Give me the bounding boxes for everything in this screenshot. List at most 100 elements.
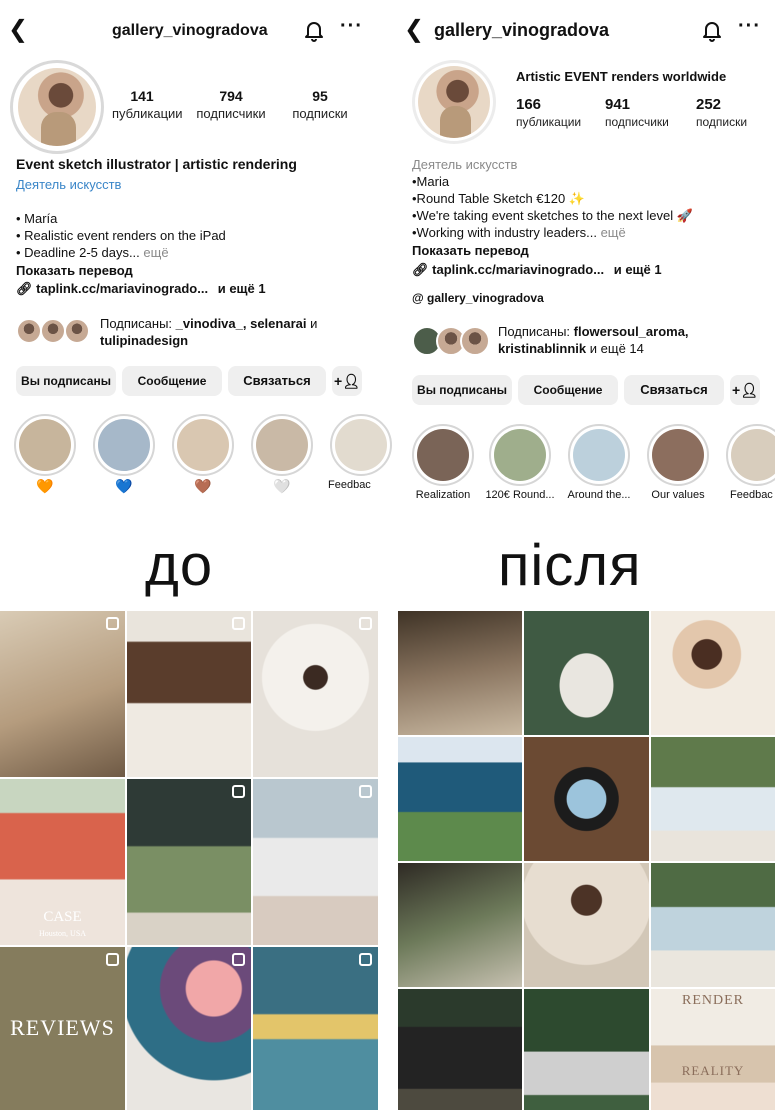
posts-stat[interactable]: 166 публикации xyxy=(516,96,581,129)
bell-icon[interactable] xyxy=(302,18,326,42)
post-tile[interactable] xyxy=(398,989,522,1110)
highlight-label: Feedbac xyxy=(328,479,371,491)
bio-line: • Deadline 2-5 days... xyxy=(16,245,140,260)
highlight-item[interactable] xyxy=(412,424,474,486)
contact-button[interactable]: Связаться xyxy=(228,366,326,396)
post-tile[interactable] xyxy=(127,611,251,777)
following-button[interactable]: Вы подписаны xyxy=(412,375,512,405)
followed-prefix: Подписаны: xyxy=(498,324,571,339)
post-tile[interactable] xyxy=(398,611,522,735)
followed-last[interactable]: tulipinadesign xyxy=(100,332,188,349)
post-tile[interactable] xyxy=(127,947,251,1110)
message-button[interactable]: Сообщение xyxy=(122,366,222,396)
highlight-item[interactable] xyxy=(726,424,775,486)
post-tile[interactable] xyxy=(651,611,775,735)
category-label: Деятель искусств xyxy=(412,157,518,172)
following-stat[interactable]: 95 подписки xyxy=(286,88,354,121)
message-button[interactable]: Сообщение xyxy=(518,375,618,405)
highlight-cover xyxy=(19,419,71,471)
link-icon: 🔗︎ xyxy=(16,281,33,296)
contact-button[interactable]: Связаться xyxy=(624,375,724,405)
following-button[interactable]: Вы подписаны xyxy=(16,366,116,396)
add-user-icon[interactable]: +👤︎ xyxy=(730,375,760,405)
more-options-icon[interactable]: ··· xyxy=(738,16,761,36)
highlight-label: Our values xyxy=(651,489,705,501)
highlight-item[interactable] xyxy=(568,424,630,486)
following-count: 95 xyxy=(312,88,328,104)
highlight-item[interactable] xyxy=(93,414,155,476)
bell-icon[interactable] xyxy=(700,18,724,42)
more-link[interactable]: ещё xyxy=(601,225,626,240)
post-tile[interactable] xyxy=(253,779,378,945)
post-tile[interactable] xyxy=(651,863,775,987)
back-arrow-icon[interactable]: ❮ xyxy=(8,18,28,42)
highlight-label: Around the... xyxy=(567,489,631,501)
highlight-item[interactable] xyxy=(172,414,234,476)
show-translation-link[interactable]: Показать перевод xyxy=(16,262,133,279)
post-tile[interactable] xyxy=(651,737,775,861)
profile-avatar-ring[interactable] xyxy=(412,60,496,144)
profile-username: gallery_vinogradova xyxy=(434,20,610,40)
profile-link-row[interactable]: 🔗︎ taplink.cc/mariavinogrado... и ещё 1 xyxy=(412,261,662,278)
profile-avatar-ring[interactable] xyxy=(10,60,104,154)
post-tile[interactable] xyxy=(524,737,649,861)
reel-icon xyxy=(106,617,119,630)
followers-label: подписчики xyxy=(605,115,669,129)
post-tile[interactable]: REVIEWS xyxy=(0,947,125,1110)
profile-link-row[interactable]: 🔗︎ taplink.cc/mariavinogrado... и ещё 1 xyxy=(16,280,266,297)
highlight-emoji: 🤍 xyxy=(273,478,291,494)
post-tile[interactable] xyxy=(524,863,649,987)
highlight-item[interactable] xyxy=(330,414,392,476)
post-tile[interactable] xyxy=(398,863,522,987)
highlight-item[interactable] xyxy=(489,424,551,486)
highlight-cover xyxy=(417,429,469,481)
posts-stat[interactable]: 141 публикации xyxy=(112,88,183,121)
followers-count: 794 xyxy=(219,88,243,104)
threads-username: gallery_vinogradova xyxy=(427,291,544,305)
more-link[interactable]: ещё xyxy=(143,245,168,260)
back-arrow-icon[interactable]: ❮ xyxy=(404,18,424,42)
post-tile[interactable] xyxy=(253,611,378,777)
more-options-icon[interactable]: ··· xyxy=(340,16,363,36)
show-translation-link[interactable]: Показать перевод xyxy=(412,242,529,259)
post-tile[interactable] xyxy=(398,737,522,861)
followed-prefix: Подписаны: xyxy=(100,316,173,331)
followed-line-2[interactable]: kristinablinnik и ещё 14 xyxy=(498,340,644,357)
following-label: подписки xyxy=(696,115,748,129)
post-tile[interactable] xyxy=(524,611,649,735)
add-user-icon[interactable]: +👤︎ xyxy=(332,366,362,396)
followed-by-text[interactable]: Подписаны: flowersoul_aroma, xyxy=(498,323,689,340)
followed-names: _vinodiva_, selenarai xyxy=(175,316,307,331)
link-more[interactable]: и ещё 1 xyxy=(218,281,266,296)
post-tile[interactable] xyxy=(127,779,251,945)
profile-link[interactable]: taplink.cc/mariavinogrado... xyxy=(36,281,208,296)
post-tile[interactable]: RENDER REALITY xyxy=(651,989,775,1110)
bio-line: •Round Table Sketch €120 ✨ xyxy=(412,191,585,206)
highlight-item[interactable] xyxy=(647,424,709,486)
after-posts-grid: RENDER REALITY xyxy=(398,611,775,1110)
highlight-item[interactable] xyxy=(251,414,313,476)
highlight-label: Realization xyxy=(415,489,471,501)
highlight-emoji: 💙 xyxy=(115,478,133,494)
threads-link[interactable]: @ gallery_vinogradova xyxy=(412,290,544,307)
after-caption: після xyxy=(498,533,642,598)
post-tile[interactable]: CASE Houston, USA xyxy=(0,779,125,945)
profile-link[interactable]: taplink.cc/mariavinogrado... xyxy=(432,262,604,277)
followed-by-text[interactable]: Подписаны: _vinodiva_, selenarai и xyxy=(100,315,317,332)
post-tile[interactable] xyxy=(253,947,378,1110)
posts-count: 166 xyxy=(516,96,542,113)
followers-stat[interactable]: 941 подписчики xyxy=(605,96,669,129)
after-top-bar: ❮ gallery_vinogradova ··· xyxy=(398,14,775,50)
category-label[interactable]: Деятель искусств xyxy=(16,176,121,193)
highlight-cover xyxy=(335,419,387,471)
highlight-item[interactable] xyxy=(14,414,76,476)
follower-avatar xyxy=(460,326,490,356)
bio-line: •Maria xyxy=(412,174,450,189)
case-subtitle: Houston, USA xyxy=(38,929,87,938)
post-tile[interactable] xyxy=(0,611,125,777)
highlight-cover xyxy=(98,419,150,471)
following-stat[interactable]: 252 подписки xyxy=(696,96,747,129)
link-more[interactable]: и ещё 1 xyxy=(614,262,662,277)
followers-stat[interactable]: 794 подписчики xyxy=(190,88,272,121)
post-tile[interactable] xyxy=(524,989,649,1110)
